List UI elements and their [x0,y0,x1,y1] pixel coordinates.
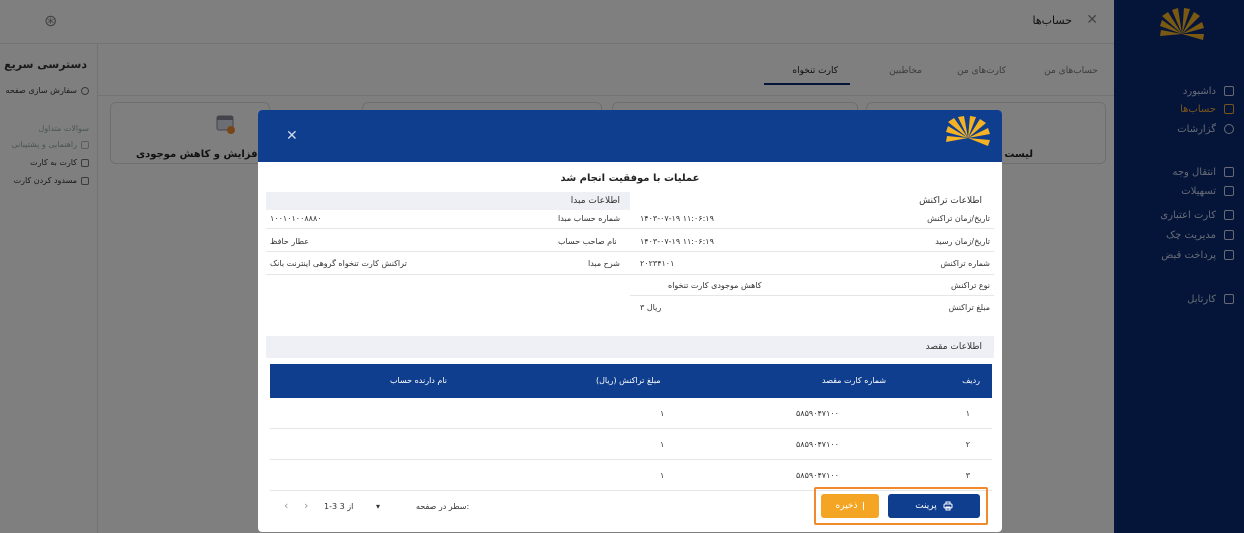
destination-table-header: ردیف شماره کارت مقصد مبلغ تراکنش (ریال) … [270,364,992,398]
print-button[interactable]: پرینت [888,494,980,518]
table-row: ۱ ۵۸۵۹۰۴۷۱۰۰ ۱ [270,398,992,429]
divider [630,274,994,275]
transaction-type-value: کاهش موجودی کارت تنخواه [668,281,762,290]
print-label: پرینت [915,501,937,511]
save-button[interactable]: ذخیره [821,494,879,518]
destination-info-title: اطلاعات مقصد [925,342,982,352]
cell-amount: ۱ [660,471,665,480]
cell-row-number: ۲ [965,440,970,449]
col-header-card-number: شماره کارت مقصد [822,376,887,385]
divider [266,274,630,275]
divider [630,228,994,229]
source-description-value: تراکنش کارت تنخواه گروهی اینترنت بانک [270,259,407,268]
source-description-label: شرح مبدا [588,259,620,268]
transaction-date-value: ۱۴۰۳-۰۷-۱۹ ۱۱:۰۶:۱۹ [640,214,714,223]
transaction-date-label: تاریخ/زمان تراکنش [927,214,990,223]
account-owner-label: نام صاحب حساب [558,237,617,246]
bank-logo-icon [946,116,990,146]
next-page-icon[interactable]: › [304,499,308,512]
success-message: عملیات با موفقیت انجام شد [560,173,700,184]
source-info-title: اطلاعات مبدا [570,196,620,206]
cell-row-number: ۳ [965,471,970,480]
col-header-row: ردیف [962,376,980,385]
transaction-amount-value: ۳ ریال [640,303,662,312]
source-account-value: ۱۰۰۱۰۱۰۰۸۸۸۰ [270,214,322,223]
modal-close-icon[interactable]: ✕ [286,128,298,144]
cell-amount: ۱ [660,440,665,449]
save-label: ذخیره [835,501,858,511]
rows-per-page-dropdown[interactable]: ▾ [376,502,380,511]
transaction-number-label: شماره تراکنش [940,259,990,268]
cell-row-number: ۱ [965,409,970,418]
col-header-amount: مبلغ تراکنش (ریال) [596,376,661,385]
divider [266,251,630,252]
transaction-amount-label: مبلغ تراکنش [948,303,990,312]
source-info-header: اطلاعات مبدا [266,192,630,210]
receipt-date-value: ۱۴۰۳-۰۷-۱۹ ۱۱:۰۶:۱۹ [640,237,714,246]
transaction-number-value: ۲۰۲۳۴۱۰۱ [640,259,675,268]
transaction-type-label: نوع تراکنش [951,281,990,290]
cell-card-number: ۵۸۵۹۰۴۷۱۰۰ [796,440,839,449]
account-owner-value: عطار حافظ [270,237,309,246]
receipt-date-label: تاریخ/زمان رسید [935,237,990,246]
cell-amount: ۱ [660,409,665,418]
printer-icon [943,501,953,511]
modal-header: ✕ [258,110,1002,162]
page-range: 1-3 از 3 [324,502,354,511]
cell-card-number: ۵۸۵۹۰۴۷۱۰۰ [796,471,839,480]
source-account-label: شماره حساب مبدا [558,214,621,223]
col-header-holder-name: نام دارنده حساب [390,376,448,385]
table-row: ۲ ۵۸۵۹۰۴۷۱۰۰ ۱ [270,429,992,460]
divider [630,295,994,296]
transaction-info-title: اطلاعات تراکنش [919,196,982,206]
transaction-receipt-modal: ✕ عملیات با موفقیت انجام شد اطلاعات مبدا… [258,110,1002,532]
transaction-info-header: اطلاعات تراکنش [630,192,994,210]
prev-page-icon[interactable]: ‹ [284,499,288,512]
rows-per-page-label: سطر در صفحه: [416,502,470,511]
divider [630,251,994,252]
cell-card-number: ۵۸۵۹۰۴۷۱۰۰ [796,409,839,418]
divider [266,228,630,229]
destination-info-header: اطلاعات مقصد [266,336,994,358]
save-icon [863,502,865,510]
